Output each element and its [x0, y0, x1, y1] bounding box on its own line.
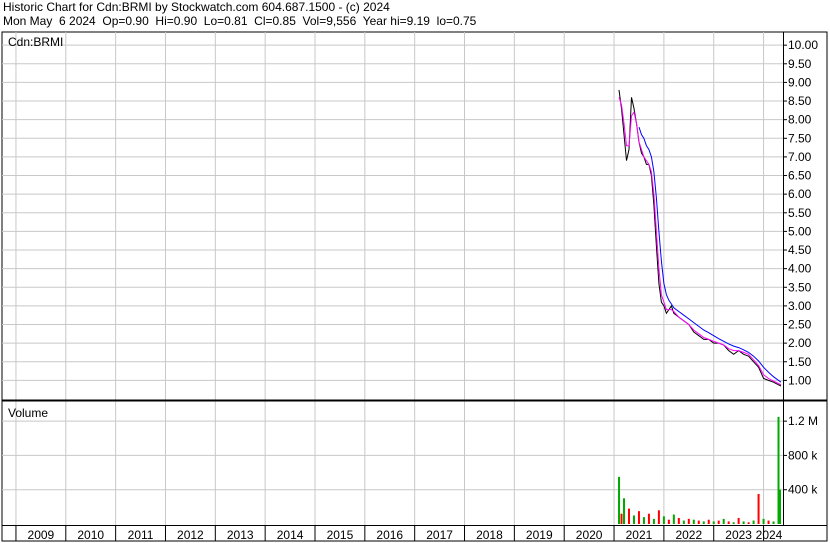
- year-label: 2012: [177, 528, 204, 542]
- volume-bar: [742, 521, 745, 524]
- price-tick-label: 6.50: [788, 169, 812, 183]
- price-tick-label: 10.00: [788, 38, 818, 52]
- price-tick-label: 8.50: [788, 94, 812, 108]
- price-tick-label: 1.00: [788, 373, 812, 387]
- volume-bar: [732, 522, 735, 524]
- price-tick-label: 5.00: [788, 224, 812, 238]
- volume-bar: [627, 508, 630, 524]
- price-tick-label: 9.50: [788, 57, 812, 71]
- volume-bar: [682, 520, 685, 524]
- volume-bar: [687, 518, 690, 524]
- volume-bar: [623, 498, 626, 524]
- year-label: 2016: [376, 528, 403, 542]
- volume-bar: [762, 518, 765, 524]
- volume-bar: [697, 520, 700, 524]
- price-tick-label: 2.50: [788, 318, 812, 332]
- volume-bar: [667, 519, 670, 524]
- year-label: 2013: [227, 528, 254, 542]
- volume-bar: [652, 518, 655, 524]
- year-label: 2009: [28, 528, 55, 542]
- price-tick-label: 7.00: [788, 150, 812, 164]
- year-label: 2023: [725, 528, 752, 542]
- volume-bar: [637, 511, 640, 524]
- volume-bar: [692, 519, 695, 524]
- volume-bar: [662, 516, 665, 524]
- volume-bar: [752, 520, 755, 524]
- price-panel-label: Cdn:BRMI: [8, 35, 63, 49]
- year-label: 2011: [128, 528, 154, 542]
- volume-bar: [632, 515, 635, 524]
- price-tick-label: 4.50: [788, 243, 812, 257]
- year-label: 2017: [426, 528, 453, 542]
- volume-bars: [618, 416, 782, 524]
- grid-lines: [2, 32, 783, 525]
- volume-tick-label: 400 k: [788, 483, 818, 497]
- volume-bar: [767, 520, 770, 524]
- volume-bar: [727, 521, 730, 524]
- volume-bar: [772, 521, 775, 524]
- volume-bar: [642, 517, 645, 524]
- year-label: 2015: [327, 528, 354, 542]
- price-tick-label: 1.50: [788, 355, 812, 369]
- volume-panel-label: Volume: [8, 406, 48, 420]
- volume-bar: [672, 514, 675, 524]
- year-label: 2014: [277, 528, 304, 542]
- year-label: 2024: [756, 528, 783, 542]
- price-tick-label: 8.00: [788, 113, 812, 127]
- stock-chart: 1.00 1.50 2.00 2.50 3.00 3.50 4.00 4.50 5.00 5.50…: [1, 31, 828, 542]
- price-axis: 1.00 1.50 2.00 2.50 3.00 3.50 4.00 4.50 5.00 5.50…: [783, 38, 818, 387]
- volume-bar: [618, 476, 621, 524]
- price-series: [618, 89, 782, 387]
- price-tick-label: 3.50: [788, 280, 812, 294]
- year-label: 2019: [526, 528, 553, 542]
- year-label: 2018: [476, 528, 503, 542]
- volume-bar: [779, 489, 782, 524]
- volume-bar: [620, 513, 623, 524]
- price-tick-label: 6.00: [788, 187, 812, 201]
- volume-bar: [647, 513, 650, 524]
- volume-bar: [702, 521, 705, 524]
- volume-bar: [717, 520, 720, 524]
- volume-bar: [722, 518, 725, 524]
- volume-bar: [737, 518, 740, 524]
- x-axis-years: 2009 2010 2011 2012 2013 2014 2015 2016 2017 2018…: [15, 525, 783, 542]
- price-series-line: [638, 126, 782, 383]
- year-label: 2022: [675, 528, 702, 542]
- volume-bar: [712, 521, 715, 524]
- volume-bar: [657, 510, 660, 524]
- price-tick-label: 5.50: [788, 206, 812, 220]
- volume-tick-label: 800 k: [788, 448, 818, 462]
- price-tick-label: 2.00: [788, 336, 812, 350]
- volume-axis: 400 k 800 k 1.2 M: [783, 414, 818, 497]
- volume-bar: [707, 519, 710, 524]
- price-series-line: [618, 89, 782, 387]
- price-tick-label: 7.50: [788, 131, 812, 145]
- volume-bar: [677, 518, 680, 524]
- price-tick-label: 3.00: [788, 299, 812, 313]
- year-label: 2020: [576, 528, 603, 542]
- price-tick-label: 4.00: [788, 262, 812, 276]
- price-tick-label: 9.00: [788, 75, 812, 89]
- volume-tick-label: 1.2 M: [788, 414, 818, 428]
- volume-bar: [747, 522, 750, 524]
- price-series-line: [618, 97, 782, 386]
- year-label: 2010: [77, 528, 104, 542]
- year-label: 2021: [626, 528, 653, 542]
- volume-bar: [757, 494, 760, 524]
